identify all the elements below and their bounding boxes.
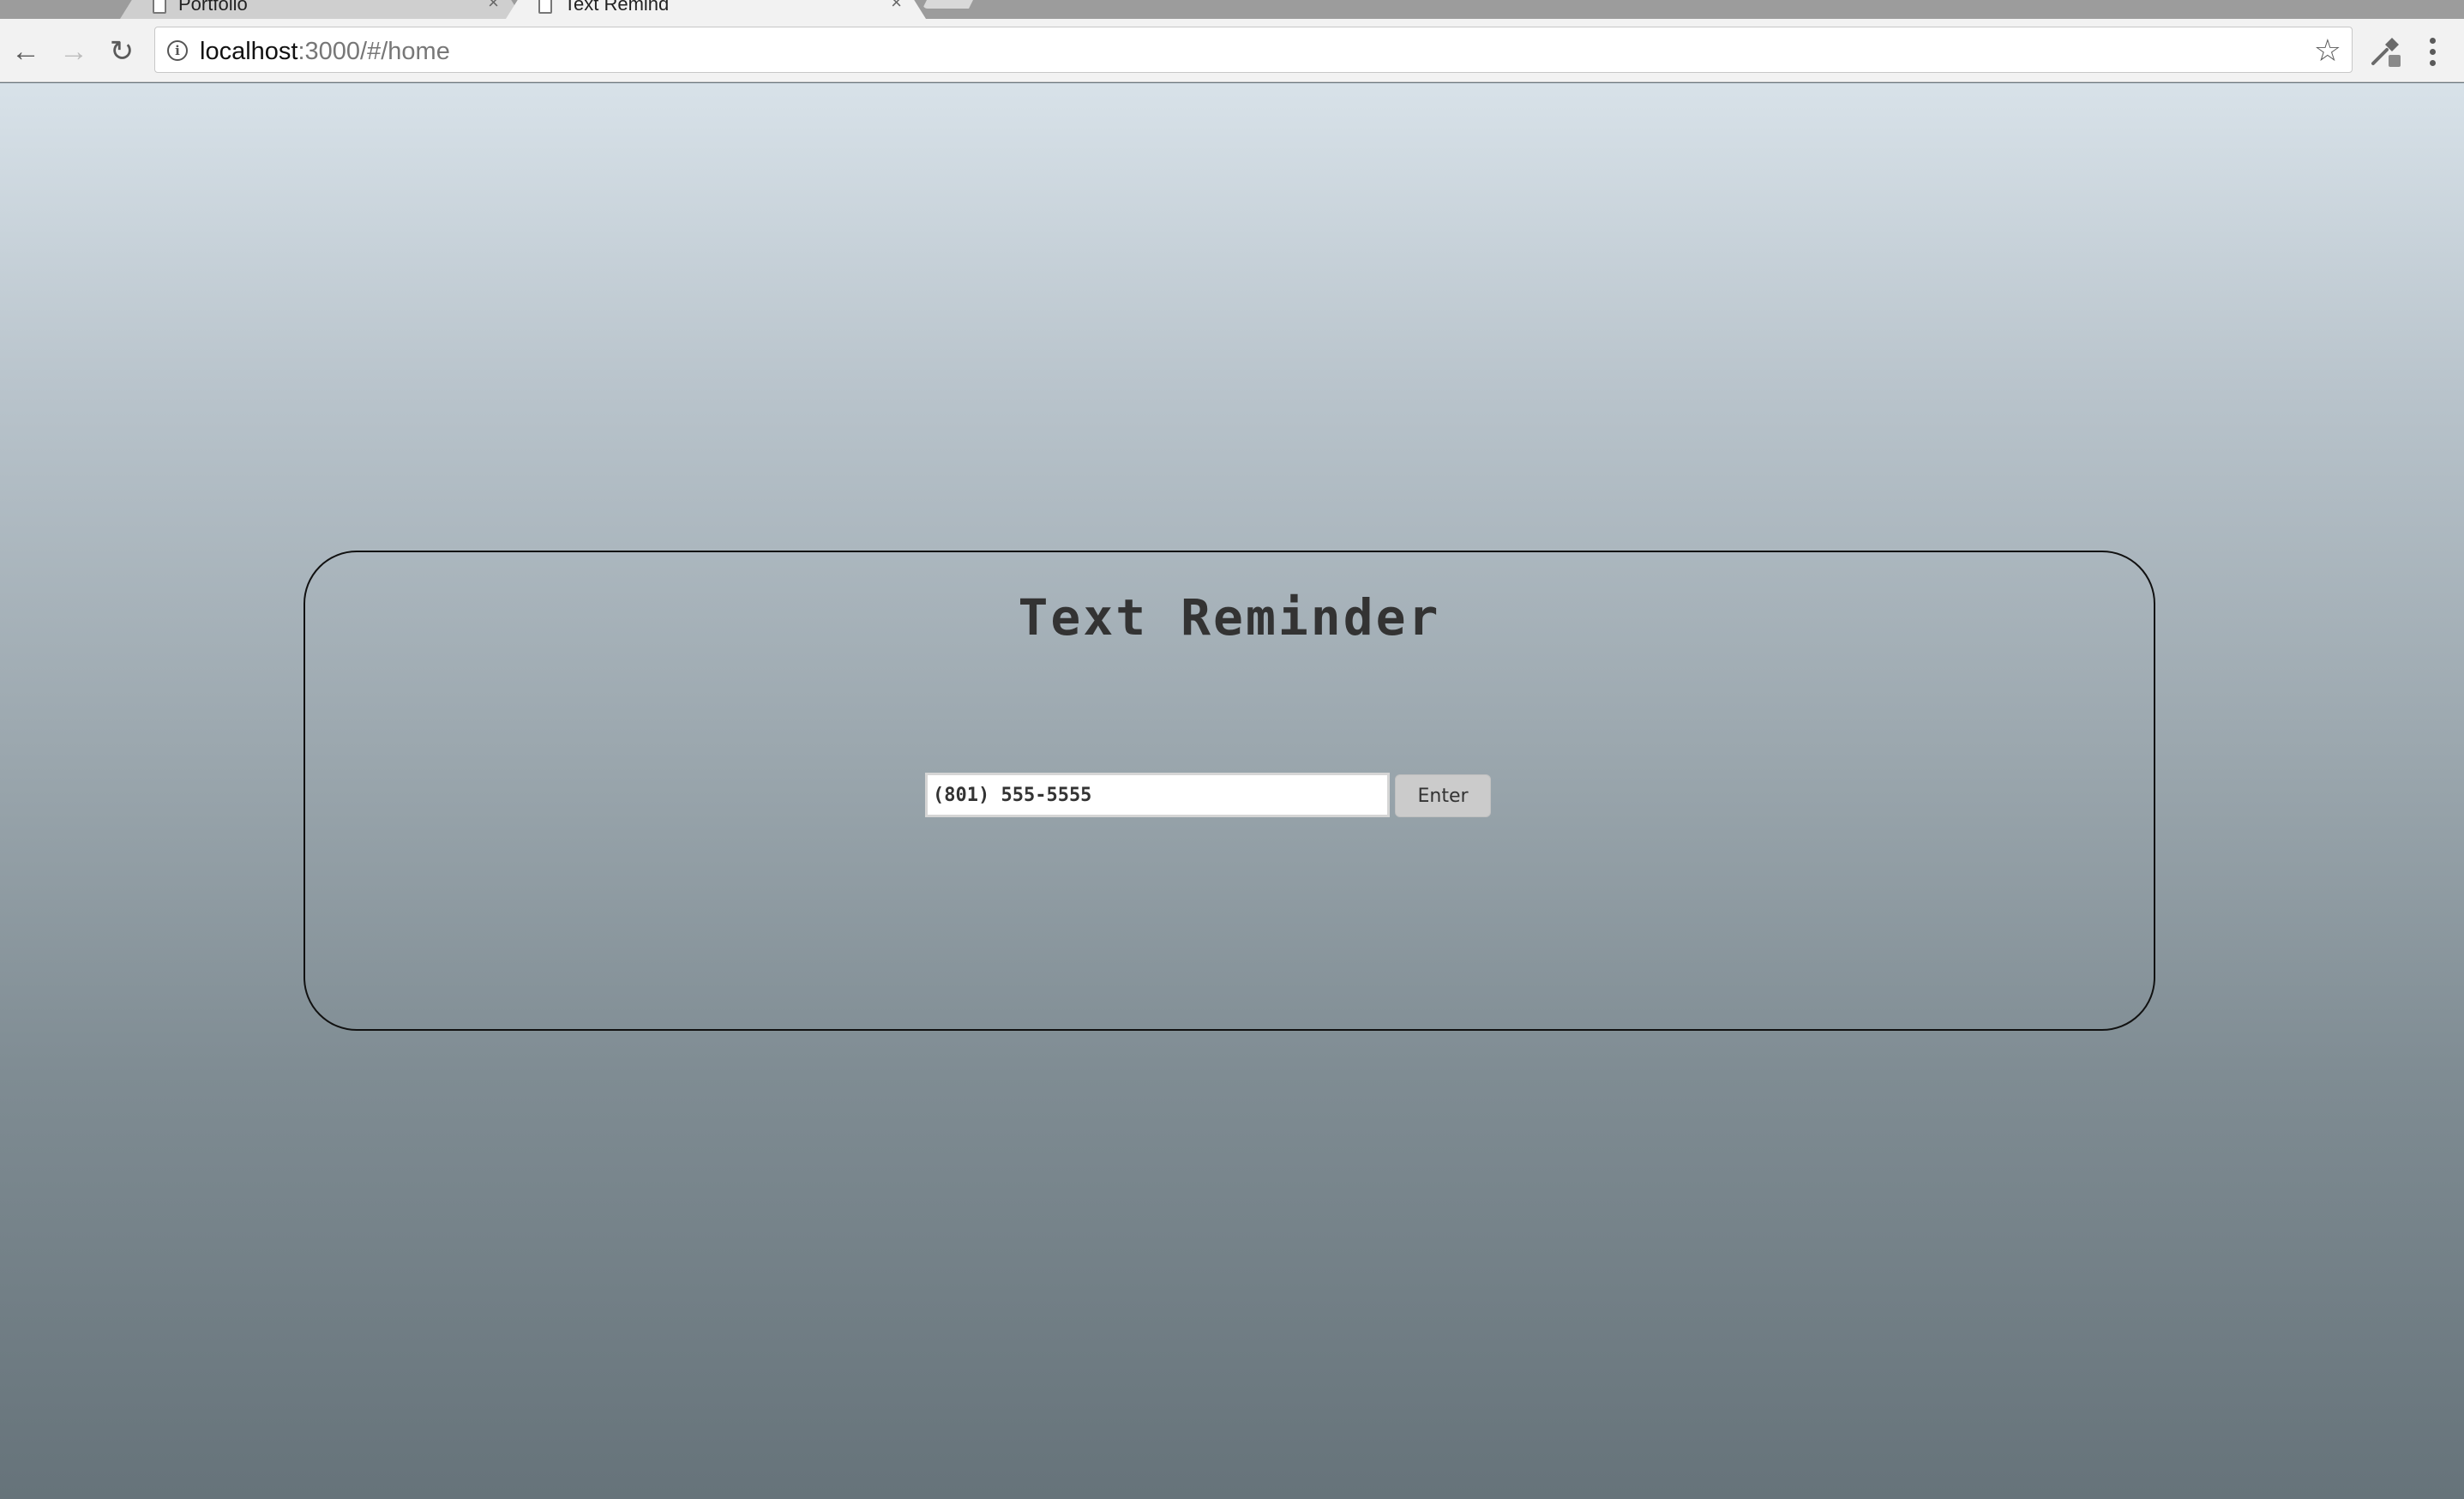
back-button[interactable]: ←	[7, 33, 45, 70]
new-tab-button[interactable]	[922, 0, 977, 9]
url-host: localhost	[200, 38, 298, 65]
address-bar[interactable]: i localhost:3000/#/home ☆	[154, 27, 2353, 73]
reminder-card: Text Reminder Enter	[303, 551, 2155, 1031]
page-icon	[538, 0, 552, 14]
page-icon	[153, 0, 166, 14]
eyedropper-icon[interactable]	[2368, 34, 2402, 69]
forward-button[interactable]: →	[55, 33, 93, 70]
star-icon[interactable]: ☆	[2314, 33, 2341, 69]
url-text: localhost:3000/#/home	[200, 38, 450, 66]
close-icon[interactable]: ×	[488, 0, 499, 14]
tab-strip: Portfolio × Text Remind ×	[0, 0, 2464, 19]
reload-icon: ↻	[109, 35, 135, 68]
phone-number-input[interactable]	[925, 773, 1390, 817]
enter-button[interactable]: Enter	[1395, 774, 1491, 817]
kebab-menu-icon[interactable]	[2419, 33, 2445, 70]
page-viewport: Text Reminder Enter	[0, 83, 2464, 1499]
tab-text-remind[interactable]: Text Remind ×	[506, 0, 926, 19]
tab-title: Portfolio	[178, 0, 248, 15]
close-icon[interactable]: ×	[891, 0, 902, 14]
reload-button[interactable]: ↻	[103, 33, 141, 70]
page-title: Text Reminder	[1018, 588, 1441, 647]
tab-portfolio[interactable]: Portfolio ×	[120, 0, 523, 19]
arrow-right-icon: →	[59, 35, 88, 68]
tab-title: Text Remind	[564, 0, 670, 15]
info-icon[interactable]: i	[167, 40, 188, 61]
browser-toolbar: ← → ↻ i localhost:3000/#/home ☆	[0, 19, 2464, 82]
arrow-left-icon: ←	[11, 35, 40, 68]
url-path: :3000/#/home	[297, 38, 450, 65]
